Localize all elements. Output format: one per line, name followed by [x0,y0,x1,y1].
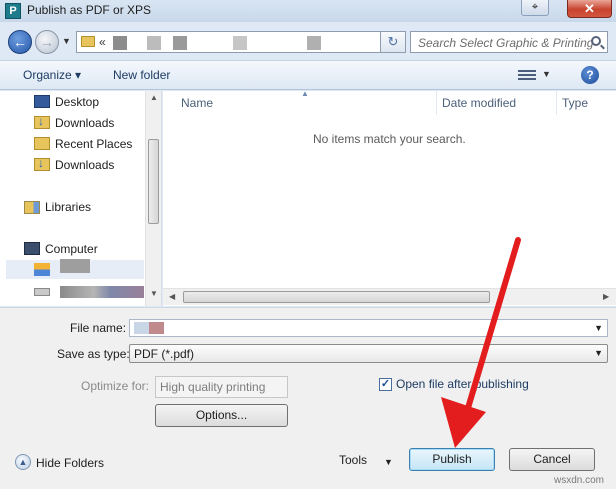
search-placeholder: Search Select Graphic & Printing [418,36,594,50]
drive-icon [34,288,50,296]
change-view-icon[interactable] [518,70,536,81]
cancel-button[interactable]: Cancel [509,448,595,471]
redacted-path-block [307,36,321,50]
save-options-panel: File name: ▼ Save as type: PDF (*.pdf) ▼… [0,307,616,489]
scroll-up-arrow[interactable]: ▲ [150,93,158,102]
nav-item-computer[interactable]: Computer [45,242,98,256]
redacted-file-name [134,322,164,334]
publisher-app-icon: P [5,3,21,19]
nav-item-recent-places[interactable]: Recent Places [55,137,132,151]
redacted-path-block [233,36,247,50]
watermark-text: wsxdn.com [554,475,605,486]
save-as-type-label: Save as type: [57,347,130,361]
save-as-type-value: PDF (*.pdf) [134,347,195,361]
address-row: ← → ▼ « ▼ ↻ Search Select Graphic & Prin… [0,22,616,60]
open-file-checkbox[interactable]: ✓ [379,378,392,391]
nav-item-downloads[interactable]: Downloads [55,158,114,172]
column-divider[interactable] [556,91,557,115]
address-prefix: « [99,35,106,49]
nav-item-desktop[interactable]: Desktop [55,95,99,109]
hide-folders-button[interactable]: Hide Folders [36,456,104,470]
desktop-icon [34,95,50,108]
publish-button[interactable]: Publish [409,448,495,471]
address-bar[interactable]: « ▼ [76,31,402,53]
scroll-thumb[interactable] [148,139,159,224]
navigation-pane: Desktop Downloads Recent Places Download… [0,91,162,306]
redacted-path-block [147,36,161,50]
command-bar: Organize ▾ New folder ▼ ? [0,60,616,90]
redacted-drive-label [60,286,144,298]
help-icon[interactable]: ? [581,66,599,84]
scroll-left-arrow[interactable]: ◀ [169,292,175,301]
organize-menu[interactable]: Organize ▾ [23,68,81,82]
optimize-for-field: High quality printing [155,376,288,398]
computer-icon [24,242,40,255]
libraries-icon [24,201,40,214]
downloads-folder-icon [34,156,50,171]
save-as-type-select[interactable]: PDF (*.pdf) ▼ [129,344,608,363]
nav-vertical-scrollbar[interactable]: ▲ ▼ [145,91,161,306]
pin-icon[interactable]: ⌖ [521,0,549,16]
optimize-for-label: Optimize for: [81,379,150,393]
publish-dialog: P Publish as PDF or XPS ⌖ ✕ ← → ▼ « ▼ ↻ … [0,0,616,489]
scroll-right-arrow[interactable]: ▶ [603,292,609,301]
file-name-input[interactable]: ▼ [129,319,608,337]
redacted-drive-label [60,259,90,273]
empty-message: No items match your search. [313,132,466,146]
tools-menu[interactable]: Tools [339,453,367,467]
redacted-path-block [113,36,127,50]
column-header-type[interactable]: Type [562,96,588,110]
title-bar: P Publish as PDF or XPS ⌖ ✕ [0,0,616,22]
close-button[interactable]: ✕ [567,0,612,18]
forward-button[interactable]: → [35,30,59,54]
save-as-type-dropdown-arrow[interactable]: ▼ [594,348,603,358]
search-icon [591,36,601,46]
file-name-label: File name: [70,321,127,335]
new-folder-button[interactable]: New folder [113,68,170,82]
view-options-dropdown[interactable]: ▼ [542,69,551,79]
back-button[interactable]: ← [8,30,32,54]
window-title: Publish as PDF or XPS [27,3,152,17]
hide-folders-icon[interactable]: ▲ [15,454,31,470]
tools-dropdown-arrow[interactable]: ▼ [384,457,393,467]
nav-item-libraries[interactable]: Libraries [45,200,91,214]
windows-drive-icon [34,263,50,276]
file-name-dropdown-arrow[interactable]: ▼ [594,323,603,333]
recent-locations-dropdown[interactable]: ▼ [62,36,71,46]
scroll-down-arrow[interactable]: ▼ [150,289,158,298]
file-list-horizontal-scrollbar[interactable]: ◀ ▶ [163,288,616,305]
column-header-date-modified[interactable]: Date modified [442,96,516,110]
open-file-checkbox-label[interactable]: Open file after publishing [396,377,529,391]
redacted-path-block [173,36,187,50]
sort-ascending-icon: ▲ [301,89,309,98]
scroll-thumb[interactable] [183,291,490,303]
nav-item-downloads[interactable]: Downloads [55,116,114,130]
refresh-button[interactable]: ↻ [380,31,406,53]
recent-places-icon [34,137,50,150]
column-divider[interactable] [436,91,437,115]
folder-icon [81,36,95,47]
options-button[interactable]: Options... [155,404,288,427]
search-input[interactable]: Search Select Graphic & Printing [410,31,608,53]
column-header-name[interactable]: Name [181,96,213,110]
downloads-folder-icon [34,114,50,129]
file-list: ▲ Name Date modified Type No items match… [163,89,616,306]
